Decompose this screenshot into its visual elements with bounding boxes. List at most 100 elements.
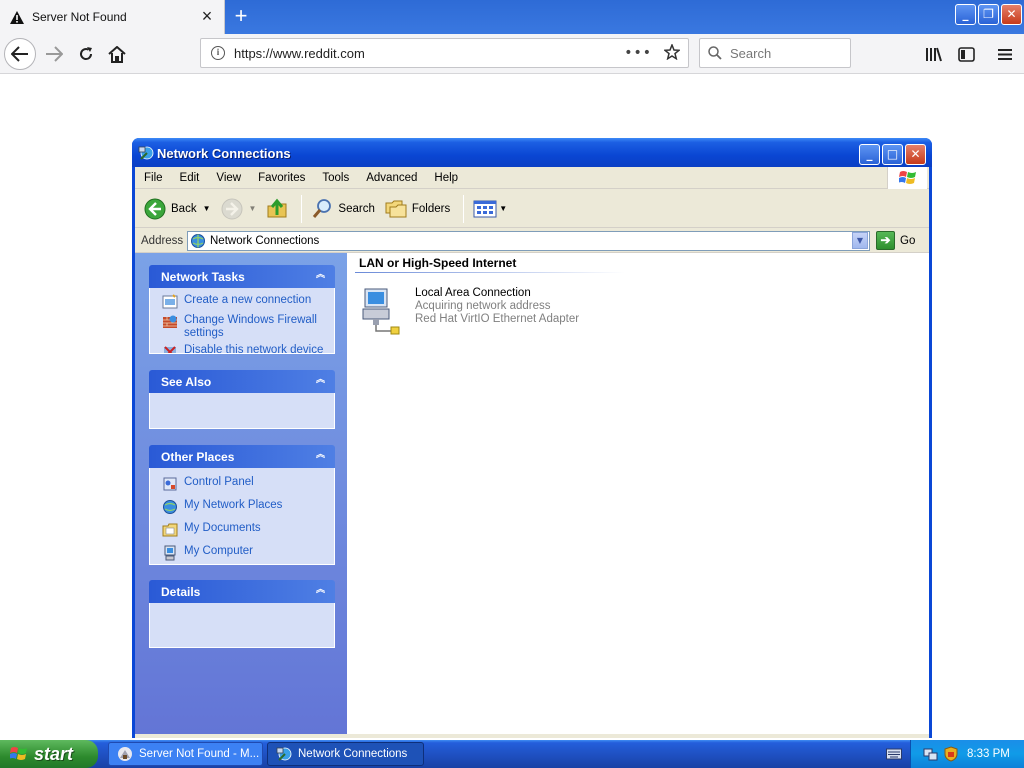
close-browser-button[interactable]: ✕ xyxy=(1001,4,1022,25)
connections-list: LAN or High-Speed Internet Local Area Co… xyxy=(347,253,929,734)
library-button[interactable] xyxy=(922,42,946,66)
control-panel-label: Control Panel xyxy=(184,476,254,488)
go-arrow-icon: ➔ xyxy=(876,231,895,250)
my-computer-link[interactable]: My Computer xyxy=(162,545,334,561)
my-documents-label: My Documents xyxy=(184,522,261,534)
reload-icon xyxy=(80,47,93,60)
menu-favorites[interactable]: Favorites xyxy=(257,172,306,184)
network-tray-icon[interactable] xyxy=(923,746,939,762)
address-field[interactable]: Network Connections ▼ xyxy=(187,230,870,251)
search-toolbar-button[interactable]: Search xyxy=(308,193,377,225)
my-network-places-link[interactable]: My Network Places xyxy=(162,499,334,515)
see-also-header[interactable]: See Also ︽ xyxy=(149,370,335,393)
other-places-header[interactable]: Other Places ︽ xyxy=(149,445,335,468)
network-tasks-title: Network Tasks xyxy=(161,269,245,284)
windows-flag-icon xyxy=(10,747,27,760)
details-title: Details xyxy=(161,584,201,599)
views-toolbar-button[interactable]: ▼ xyxy=(470,193,510,225)
folders-toolbar-button[interactable]: Folders xyxy=(382,193,453,225)
sidebar-toggle-button[interactable] xyxy=(954,42,978,66)
back-button[interactable] xyxy=(4,38,36,70)
menu-file[interactable]: File xyxy=(143,172,164,184)
window-title-bar[interactable]: Network Connections _ □ ✕ xyxy=(132,138,932,167)
window-minimize-button[interactable]: _ xyxy=(859,144,880,165)
info-icon[interactable]: i xyxy=(211,46,225,60)
views-icon xyxy=(473,200,497,217)
home-button[interactable] xyxy=(101,38,133,70)
menu-help[interactable]: Help xyxy=(433,172,459,184)
disable-device-link[interactable]: Disable this network device xyxy=(162,344,334,353)
windows-logo-icon xyxy=(887,167,927,189)
reload-button[interactable] xyxy=(70,38,102,70)
my-documents-link[interactable]: My Documents xyxy=(162,522,334,538)
collapse-chevron-icon[interactable]: ︽ xyxy=(312,583,329,600)
control-panel-icon xyxy=(163,477,177,491)
url-bar[interactable]: i https://www.reddit.com ••• xyxy=(200,38,689,68)
bookmark-star-icon[interactable] xyxy=(663,42,681,63)
taskbar-item-network-connections[interactable]: Network Connections xyxy=(267,742,424,766)
url-text[interactable]: https://www.reddit.com xyxy=(234,46,624,61)
connection-adapter: Red Hat VirtIO Ethernet Adapter xyxy=(415,313,580,325)
create-connection-link[interactable]: Create a new connection xyxy=(162,294,334,310)
browser-tab-bar: Server Not Found × + _ ❐ ✕ xyxy=(0,0,1024,34)
go-label: Go xyxy=(900,234,916,247)
menu-bar: File Edit View Favorites Tools Advanced … xyxy=(135,167,929,189)
up-folder-button[interactable] xyxy=(263,193,291,225)
network-globe-icon xyxy=(191,233,205,248)
address-value: Network Connections xyxy=(210,234,320,247)
group-divider xyxy=(355,272,625,273)
tab-title: Server Not Found xyxy=(32,10,127,24)
other-places-title: Other Places xyxy=(161,449,235,464)
back-circle-icon xyxy=(144,198,166,219)
collapse-chevron-icon[interactable]: ︽ xyxy=(312,448,329,465)
task-pane: Network Tasks ︽ Create a new connection … xyxy=(135,253,347,734)
keyboard-icon[interactable] xyxy=(886,747,902,761)
details-header[interactable]: Details ︽ xyxy=(149,580,335,603)
restore-browser-button[interactable]: ❐ xyxy=(978,4,999,25)
page-actions-icon[interactable]: ••• xyxy=(624,45,652,61)
see-also-body xyxy=(149,393,335,429)
start-button[interactable]: start xyxy=(0,740,98,768)
address-label: Address xyxy=(141,234,184,247)
menu-tools[interactable]: Tools xyxy=(321,172,350,184)
network-tasks-header[interactable]: Network Tasks ︽ xyxy=(149,265,335,288)
views-dropdown-icon[interactable]: ▼ xyxy=(499,204,507,213)
forward-toolbar-button[interactable]: ▼ xyxy=(218,193,260,225)
firewall-settings-link[interactable]: Change Windows Firewall settings xyxy=(162,314,334,340)
new-tab-icon[interactable]: + xyxy=(228,4,254,30)
local-area-connection-item[interactable]: Local Area Connection Acquiring network … xyxy=(361,287,579,335)
control-panel-link[interactable]: Control Panel xyxy=(162,476,334,492)
folders-label: Folders xyxy=(411,202,451,215)
my-computer-label: My Computer xyxy=(184,545,254,557)
back-toolbar-button[interactable]: Back ▼ xyxy=(141,193,214,225)
address-dropdown-icon[interactable]: ▼ xyxy=(852,232,868,249)
taskbar-item-firefox[interactable]: Server Not Found - M... xyxy=(108,742,263,766)
see-also-title: See Also xyxy=(161,374,212,389)
go-button[interactable]: ➔ Go xyxy=(876,231,915,250)
taskbar: start Server Not Found - M... Network Co… xyxy=(0,740,1024,768)
security-tray-icon[interactable] xyxy=(943,746,959,762)
collapse-chevron-icon[interactable]: ︽ xyxy=(312,373,329,390)
window-maximize-button[interactable]: □ xyxy=(882,144,903,165)
menu-button[interactable] xyxy=(993,42,1017,66)
up-folder-icon xyxy=(267,198,287,217)
system-tray: 8:33 PM xyxy=(910,740,1024,768)
search-label: Search xyxy=(338,202,375,215)
search-bar[interactable] xyxy=(699,38,851,68)
menu-edit[interactable]: Edit xyxy=(179,172,201,184)
firefox-app-icon xyxy=(118,747,132,761)
forward-button[interactable] xyxy=(38,38,70,70)
computer-icon xyxy=(164,545,176,561)
browser-tab[interactable]: Server Not Found × xyxy=(0,0,225,34)
hamburger-icon xyxy=(998,48,1012,60)
menu-view[interactable]: View xyxy=(215,172,242,184)
menu-advanced[interactable]: Advanced xyxy=(365,172,418,184)
magnifier-icon xyxy=(313,198,332,218)
collapse-chevron-icon[interactable]: ︽ xyxy=(312,268,329,285)
tab-close-icon[interactable]: × xyxy=(196,6,218,28)
minimize-browser-button[interactable]: _ xyxy=(955,4,976,25)
back-dropdown-icon[interactable]: ▼ xyxy=(203,204,211,213)
window-close-button[interactable]: ✕ xyxy=(905,144,926,165)
my-network-places-label: My Network Places xyxy=(184,499,283,511)
search-input[interactable] xyxy=(730,45,840,61)
